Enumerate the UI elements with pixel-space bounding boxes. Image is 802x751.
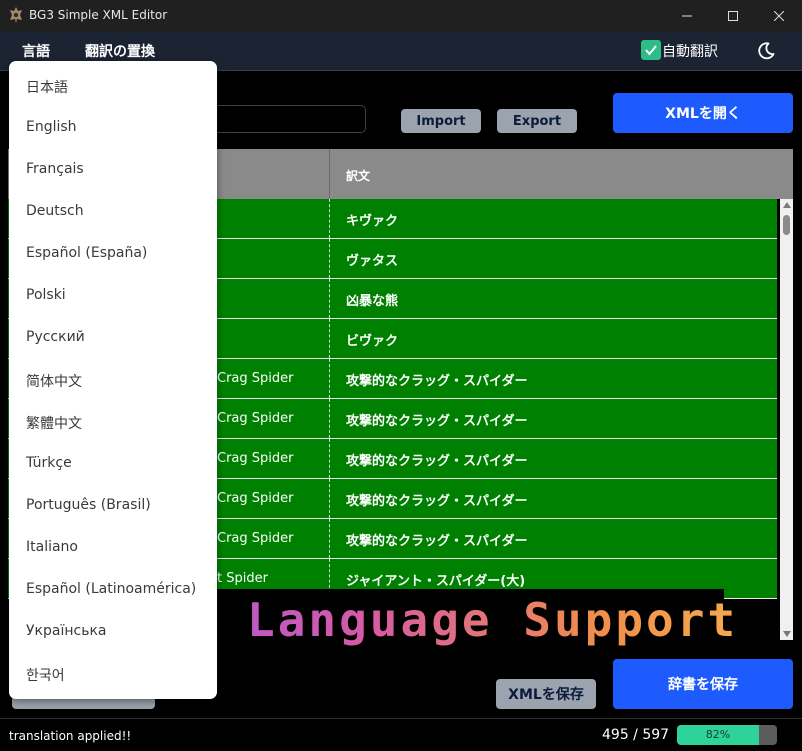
maximize-button[interactable] — [710, 0, 756, 31]
scrollbar-thumb[interactable] — [783, 215, 790, 235]
window-title: BG3 Simple XML Editor — [29, 8, 168, 22]
source-cell: Crag Spider — [217, 531, 294, 546]
cell-divider — [329, 359, 330, 398]
translation-count: 495 / 597 — [602, 727, 670, 743]
language-option[interactable]: Українська — [26, 623, 106, 639]
language-option[interactable]: 日本語 — [26, 77, 68, 97]
cell-divider — [329, 519, 330, 558]
progress-label: 82% — [705, 728, 731, 741]
auto-translate-checkbox[interactable] — [641, 40, 661, 60]
scroll-down-arrow-icon[interactable] — [783, 631, 791, 637]
cell-divider — [329, 479, 330, 518]
maximize-icon — [728, 10, 738, 21]
language-option[interactable]: Español (España) — [26, 245, 147, 261]
cell-divider — [329, 319, 330, 358]
status-message: translation applied!! — [9, 729, 132, 743]
translation-cell[interactable]: キヴァク — [346, 210, 398, 229]
language-option[interactable]: Русский — [26, 329, 85, 345]
open-xml-button[interactable]: XMLを開く — [613, 93, 793, 133]
menu-replace-translation[interactable]: 翻訳の置換 — [85, 41, 155, 61]
cell-divider — [329, 199, 330, 238]
language-option[interactable]: Português (Brasil) — [26, 497, 151, 513]
title-bar: BG3 Simple XML Editor — [0, 0, 802, 31]
source-cell: Crag Spider — [217, 491, 294, 506]
check-icon — [645, 45, 657, 56]
translation-cell[interactable]: ヴァタス — [346, 250, 398, 269]
menu-language[interactable]: 言語 — [22, 41, 50, 61]
cell-divider — [329, 399, 330, 438]
progress-bar: 82% — [677, 725, 777, 745]
column-header-translation[interactable]: 訳文 — [346, 167, 370, 184]
cell-divider — [329, 439, 330, 478]
translation-cell[interactable]: ジャイアント・スパイダー(大) — [346, 570, 525, 589]
column-divider — [329, 149, 330, 199]
language-option[interactable]: Français — [26, 161, 84, 177]
translation-cell[interactable]: 攻撃的なクラッグ・スパイダー — [346, 410, 527, 429]
language-option[interactable]: Türkçe — [26, 455, 72, 471]
language-dropdown: 日本語 English Français Deutsch Español (España… — [9, 61, 217, 699]
language-option[interactable]: English — [26, 119, 77, 135]
translation-cell[interactable]: 攻撃的なクラッグ・スパイダー — [346, 450, 527, 469]
import-button[interactable]: Import — [401, 109, 481, 133]
scroll-up-arrow-icon[interactable] — [783, 202, 791, 208]
save-dictionary-button[interactable]: 辞書を保存 — [613, 659, 793, 709]
cell-divider — [329, 239, 330, 278]
minimize-button[interactable] — [664, 0, 710, 31]
close-button[interactable] — [756, 0, 802, 31]
save-xml-button[interactable]: XMLを保存 — [496, 679, 596, 709]
language-option[interactable]: Español (Latinoamérica) — [26, 581, 196, 597]
source-cell: Crag Spider — [217, 451, 294, 466]
language-option[interactable]: Polski — [26, 287, 66, 303]
source-cell: Crag Spider — [217, 371, 294, 386]
translation-cell[interactable]: 攻撃的なクラッグ・スパイダー — [346, 370, 527, 389]
moon-icon[interactable] — [756, 41, 776, 61]
language-option[interactable]: Deutsch — [26, 203, 84, 219]
translation-cell[interactable]: 攻撃的なクラッグ・スパイダー — [346, 490, 527, 509]
translation-cell[interactable]: 凶暴な熊 — [346, 290, 398, 309]
export-button[interactable]: Export — [497, 109, 577, 133]
language-option[interactable]: Italiano — [26, 539, 78, 555]
status-bar: translation applied!! 495 / 597 82% — [0, 718, 802, 751]
vertical-scrollbar[interactable] — [780, 199, 793, 640]
translation-cell[interactable]: 攻撃的なクラッグ・スパイダー — [346, 530, 527, 549]
translation-cell[interactable]: ビヴァク — [346, 330, 398, 349]
minimize-icon — [682, 15, 692, 16]
language-option[interactable]: 繁體中文 — [26, 413, 82, 433]
language-option[interactable]: 简体中文 — [26, 371, 82, 391]
app-icon — [10, 7, 22, 23]
language-option[interactable]: 한국어 — [26, 665, 65, 685]
close-icon — [774, 10, 784, 21]
cell-divider — [329, 279, 330, 318]
auto-translate-label: 自動翻訳 — [662, 44, 718, 60]
source-cell: t Spider — [217, 571, 268, 586]
source-cell: Crag Spider — [217, 411, 294, 426]
